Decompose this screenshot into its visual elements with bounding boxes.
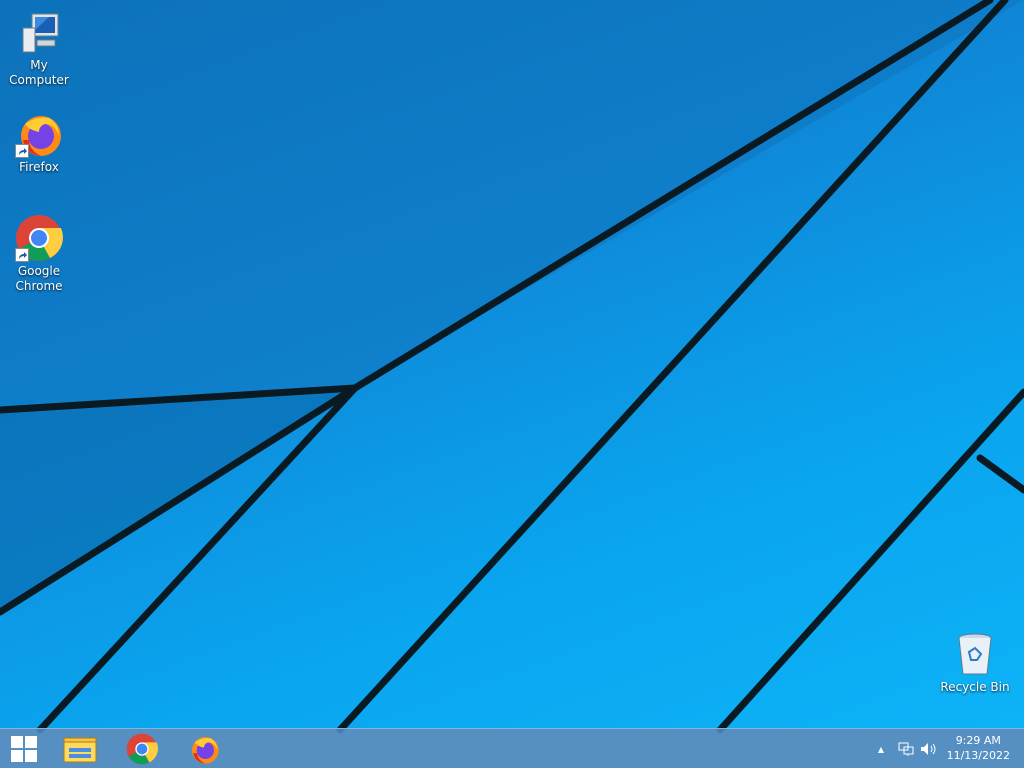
show-hidden-icons-button[interactable]: ▲ <box>872 745 890 754</box>
desktop-icon-firefox[interactable]: Firefox <box>0 110 78 175</box>
wallpaper <box>0 0 1024 734</box>
computer-icon <box>15 8 63 56</box>
desktop: My Computer Firefox Google Chrome Recycl… <box>0 0 1024 734</box>
desktop-icon-label: Google Chrome <box>15 264 63 293</box>
start-icon <box>11 736 37 762</box>
taskbar-chrome-button[interactable] <box>114 729 170 769</box>
taskbar-firefox-button[interactable] <box>176 729 232 769</box>
start-button[interactable] <box>0 729 48 769</box>
shortcut-arrow-icon <box>15 144 29 158</box>
clock-time: 9:29 AM <box>955 734 1001 747</box>
taskbar: ▲ 9:29 AM 11/13/2022 <box>0 728 1024 768</box>
system-clock[interactable]: 9:29 AM 11/13/2022 <box>947 733 1010 763</box>
clock-date: 11/13/2022 <box>946 749 1010 762</box>
desktop-icon-recycle-bin[interactable]: Recycle Bin <box>936 630 1014 695</box>
notification-area: ▲ <box>872 729 938 769</box>
desktop-icon-label: My Computer <box>9 58 69 87</box>
file-explorer-icon <box>63 737 97 763</box>
volume-icon[interactable] <box>920 741 938 757</box>
firefox-icon <box>192 737 219 764</box>
recycle-bin-icon <box>951 630 999 678</box>
chrome-icon <box>126 733 158 765</box>
taskbar-file-explorer-button[interactable] <box>52 729 108 769</box>
firefox-icon <box>15 110 63 158</box>
network-icon[interactable] <box>898 741 914 757</box>
desktop-icon-label: Recycle Bin <box>940 680 1010 694</box>
desktop-icon-label: Firefox <box>19 160 59 174</box>
desktop-icon-my-computer[interactable]: My Computer <box>0 8 78 88</box>
desktop-icon-google-chrome[interactable]: Google Chrome <box>0 214 78 294</box>
shortcut-arrow-icon <box>15 248 29 262</box>
chrome-icon <box>15 214 63 262</box>
